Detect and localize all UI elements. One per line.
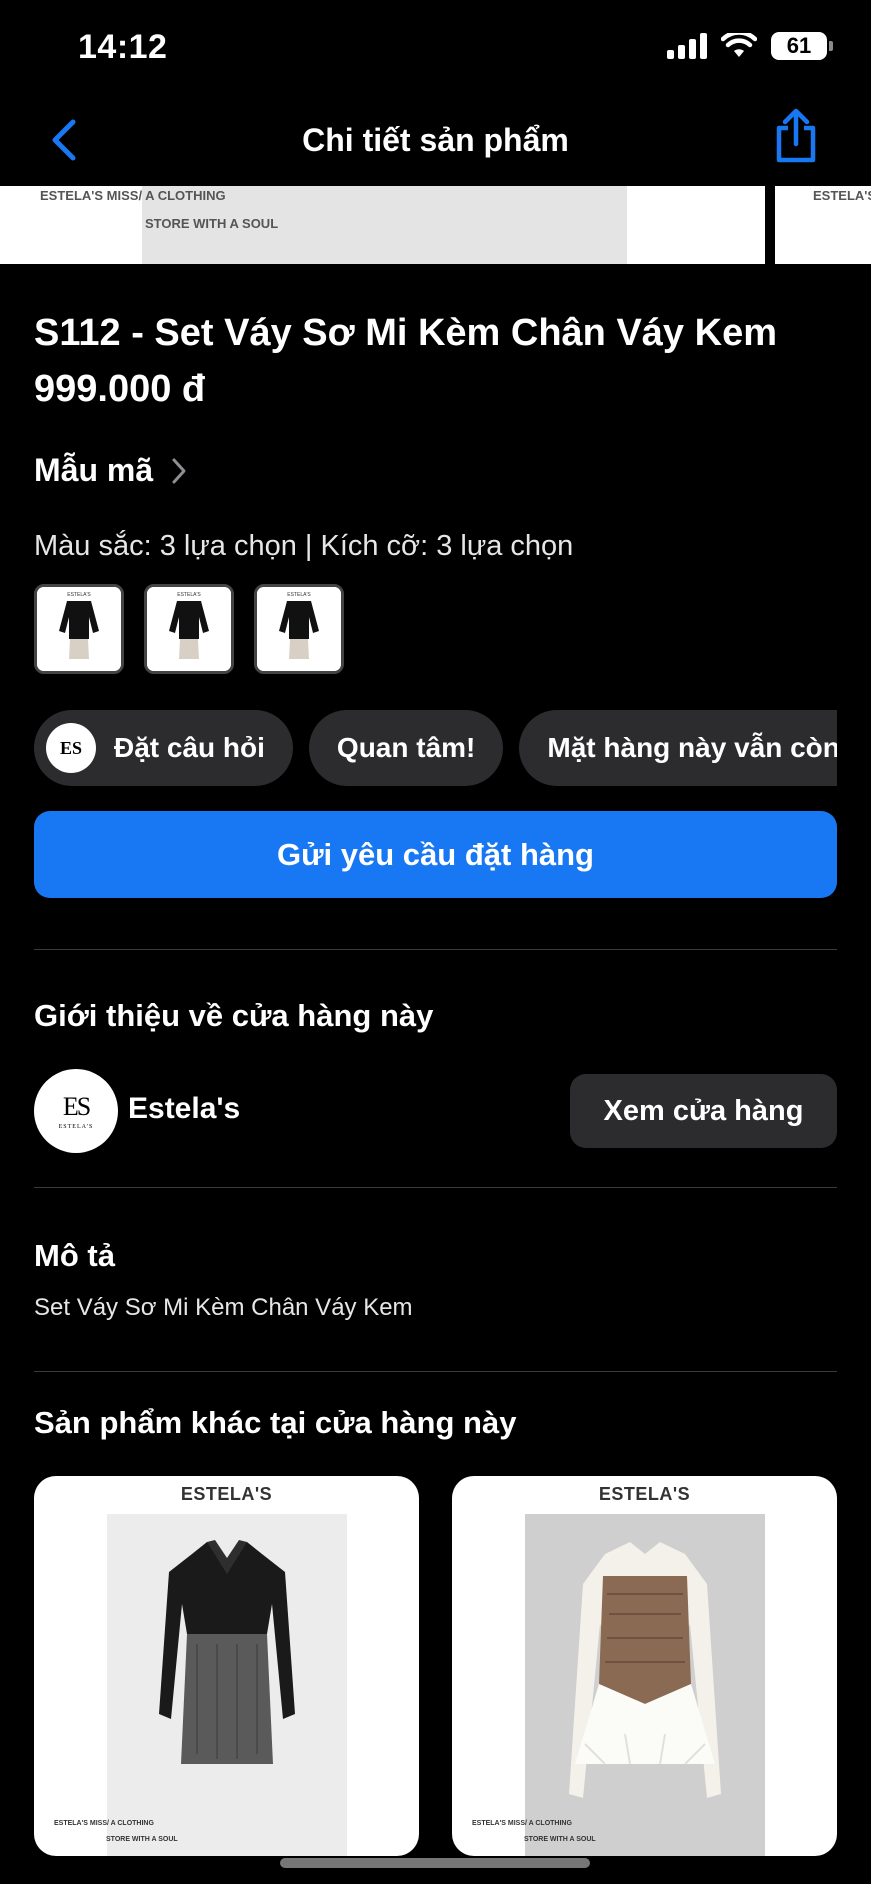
product-photo xyxy=(107,1514,347,1856)
card-foot-line-2: STORE WITH A SOUL xyxy=(524,1836,596,1843)
hero-brand-line-1: ESTELA'S MISS/ A CLOTHING xyxy=(40,188,226,203)
blouse-image: ESTELA'S xyxy=(257,587,341,671)
product-card[interactable]: ESTELA'S ESTELA'S MISS/ A CLOTHING STORE… xyxy=(452,1476,837,1856)
chevron-right-icon xyxy=(172,458,186,483)
chip-label: Đặt câu hỏi xyxy=(114,732,265,763)
svg-text:ESTELA'S: ESTELA'S xyxy=(177,592,201,598)
product-title: S112 - Set Váy Sơ Mi Kèm Chân Váy Kem xyxy=(34,312,777,354)
description-title: Mô tả xyxy=(34,1238,115,1273)
hero-brand-right: ESTELA'S xyxy=(813,188,871,203)
home-indicator xyxy=(280,1858,590,1868)
variant-thumbnail[interactable]: ESTELA'S xyxy=(34,584,124,674)
chip-label: Quan tâm! xyxy=(336,732,476,763)
variants-label: Mẫu mã xyxy=(34,452,154,488)
description-text: Set Váy Sơ Mi Kèm Chân Váy Kem xyxy=(34,1294,413,1321)
card-foot-line-1: ESTELA'S MISS/ A CLOTHING xyxy=(472,1820,572,1827)
cellular-signal-icon xyxy=(667,33,707,59)
product-photo xyxy=(525,1514,765,1856)
product-image-next: ESTELA'S xyxy=(775,186,871,264)
shop-logo-monogram: ES xyxy=(62,1092,91,1121)
chip-still-available[interactable]: Mặt hàng này vẫn còn chứ? xyxy=(519,710,837,786)
quick-replies: ES Đặt câu hỏi Quan tâm! Mặt hàng này vẫ… xyxy=(34,710,837,786)
card-brand: ESTELA'S xyxy=(598,1484,691,1504)
chip-ask-question[interactable]: ES Đặt câu hỏi xyxy=(34,710,293,786)
shop-section-title: Giới thiệu về cửa hàng này xyxy=(34,998,434,1033)
blouse-image: ESTELA'S xyxy=(37,587,121,671)
product-image-carousel[interactable]: ESTELA'S MISS/ A CLOTHING STORE WITH A S… xyxy=(0,186,871,264)
divider xyxy=(34,1371,837,1372)
chip-interested[interactable]: Quan tâm! xyxy=(308,710,504,786)
shop-logo[interactable]: ES ESTELA'S xyxy=(34,1069,118,1153)
svg-text:ESTELA'S: ESTELA'S xyxy=(287,592,311,598)
svg-text:ESTELA'S: ESTELA'S xyxy=(67,592,91,598)
view-shop-button[interactable]: Xem cửa hàng xyxy=(570,1074,837,1148)
card-foot-line-1: ESTELA'S MISS/ A CLOTHING xyxy=(54,1820,154,1827)
options-summary: Màu sắc: 3 lựa chọn | Kích cỡ: 3 lựa chọ… xyxy=(34,530,574,562)
variant-thumbnail[interactable]: ESTELA'S xyxy=(144,584,234,674)
send-order-request-button[interactable]: Gửi yêu cầu đặt hàng xyxy=(34,811,837,898)
more-products-title: Sản phẩm khác tại cửa hàng này xyxy=(34,1405,517,1440)
product-image: ESTELA'S MISS/ A CLOTHING STORE WITH A S… xyxy=(0,186,765,264)
divider xyxy=(34,1187,837,1188)
status-bar: 14:12 61 xyxy=(0,0,871,96)
shop-avatar-icon: ES xyxy=(46,723,96,773)
blouse-image: ESTELA'S xyxy=(147,587,231,671)
share-button[interactable] xyxy=(771,108,821,166)
chip-label: Mặt hàng này vẫn còn chứ? xyxy=(547,732,837,763)
hero-brand-line-2: STORE WITH A SOUL xyxy=(145,216,279,231)
wifi-icon xyxy=(721,33,757,57)
card-brand: ESTELA'S xyxy=(180,1484,273,1504)
variant-thumbnail[interactable]: ESTELA'S xyxy=(254,584,344,674)
battery-icon: 61 xyxy=(771,32,833,60)
nav-bar: Chi tiết sản phẩm xyxy=(0,96,871,186)
product-card[interactable]: ESTELA'S ESTELA'S MISS/ A CLOTHING STORE… xyxy=(34,1476,419,1856)
status-icons: 61 xyxy=(667,32,833,60)
variants-link[interactable]: Mẫu mã xyxy=(34,452,187,489)
shop-name[interactable]: Estela's xyxy=(128,1092,240,1126)
share-icon xyxy=(776,108,816,163)
page-title: Chi tiết sản phẩm xyxy=(302,122,569,158)
card-foot-line-2: STORE WITH A SOUL xyxy=(106,1836,178,1843)
shop-logo-sub: ESTELA'S xyxy=(58,1124,94,1130)
product-price: 999.000 đ xyxy=(34,368,206,410)
divider xyxy=(34,949,837,950)
status-time: 14:12 xyxy=(78,28,168,66)
variant-thumbnails: ESTELA'S ESTELA'S ESTELA'S xyxy=(34,584,344,674)
